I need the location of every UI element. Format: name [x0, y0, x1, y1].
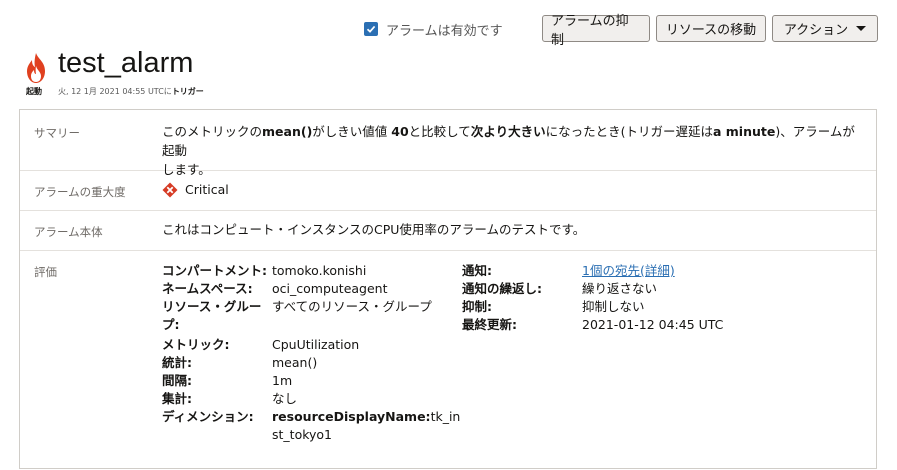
aggregation-key: 集計:	[162, 391, 192, 406]
notification-destinations-link[interactable]: 1個の宛先(詳細)	[582, 262, 675, 280]
dimension-name: resourceDisplayName:	[272, 409, 431, 424]
summary-bold: 40	[391, 124, 409, 139]
dimension-key: ディメンション:	[162, 409, 254, 424]
severity-value-wrap: Critical	[162, 180, 866, 199]
evaluation-left-column: コンパートメント: tomoko.konishi ネームスペース: oci_co…	[162, 262, 462, 452]
metric-key: メトリック:	[162, 337, 230, 352]
alarm-details-panel: サマリー このメトリックのmean()がしきい値値 40と比較して次より大きいに…	[19, 109, 877, 469]
suppression-value: 抑制しない	[582, 299, 645, 314]
alarm-enabled-checkbox[interactable]: アラームは有効です	[364, 20, 503, 39]
page-title: test_alarm	[58, 47, 194, 79]
critical-icon	[162, 182, 178, 197]
aggregation-value: なし	[272, 391, 298, 406]
suppression-key: 抑制:	[462, 299, 492, 314]
checkbox-checked-icon[interactable]	[364, 22, 378, 36]
resource-group-key-line1: リソース・グルー	[162, 299, 262, 314]
dimension-value-part1: tk_in	[430, 409, 461, 424]
severity-value: Critical	[185, 182, 229, 197]
interval-key: 間隔:	[162, 373, 192, 388]
move-resource-button[interactable]: リソースの移動	[656, 15, 766, 42]
summary-label: サマリー	[34, 126, 80, 140]
summary-part: がしきい値値	[312, 124, 392, 139]
summary-part: このメトリックの	[162, 124, 263, 139]
metric-value: CpuUtilization	[272, 337, 360, 352]
severity-label: アラームの重大度	[34, 185, 126, 199]
statistic-value: mean()	[272, 355, 318, 370]
evaluation-label: 評価	[34, 265, 57, 279]
trigger-word: トリガー	[171, 87, 204, 96]
repeat-notification-key: 通知の繰返し:	[462, 281, 542, 296]
fire-icon	[27, 53, 45, 83]
summary-bold: a minute	[712, 124, 776, 139]
last-updated-value: 2021-01-12 04:45 UTC	[582, 317, 724, 332]
resource-group-value: すべてのリソース・グループ	[272, 299, 432, 314]
notification-key: 通知:	[462, 263, 492, 278]
resource-group-key-line2: プ:	[162, 317, 180, 332]
alarm-enabled-label: アラームは有効です	[386, 23, 503, 39]
alarm-body-row: アラーム本体 これはコンピュート・インスタンスのCPU使用率のアラームのテストで…	[20, 210, 876, 251]
last-updated-key: 最終更新:	[462, 317, 517, 332]
suppress-alarm-button[interactable]: アラームの抑制	[542, 14, 650, 48]
alarm-state-label: 起動	[26, 87, 42, 96]
trigger-time-text: 火, 12 1月 2021 04:55 UTCに	[58, 87, 172, 96]
caret-down-icon	[856, 26, 867, 31]
summary-part: と比較して	[408, 124, 471, 139]
severity-row: アラームの重大度 Critical	[20, 170, 876, 211]
actions-label: アクション	[783, 23, 849, 38]
summary-row: サマリー このメトリックのmean()がしきい値値 40と比較して次より大きいに…	[20, 110, 876, 177]
actions-menu-button[interactable]: アクション	[772, 15, 878, 42]
alarm-body-label: アラーム本体	[34, 225, 103, 239]
compartment-value: tomoko.konishi	[272, 263, 367, 278]
summary-bold: mean()	[262, 124, 313, 139]
interval-value: 1m	[272, 373, 293, 388]
summary-part: になったとき(トリガー遅延は	[545, 124, 713, 139]
compartment-key: コンパートメント:	[162, 263, 267, 278]
summary-bold: 次より大きい	[470, 124, 546, 139]
alarm-body-value: これはコンピュート・インスタンスのCPU使用率のアラームのテストです。	[162, 222, 586, 237]
evaluation-row: 評価 コンパートメント: tomoko.konishi ネームスペース: oci…	[20, 250, 876, 470]
toolbar: アラームは有効です アラームの抑制 リソースの移動 アクション	[364, 14, 878, 48]
namespace-key: ネームスペース:	[162, 281, 253, 296]
trigger-timestamp: 火, 12 1月 2021 04:55 UTCにトリガー	[58, 86, 204, 97]
repeat-notification-value: 繰り返さない	[582, 281, 658, 296]
dimension-value-line2: st_tokyo1	[272, 427, 333, 442]
evaluation-right-column: 通知: 1個の宛先(詳細) 通知の繰返し: 繰り返さない 抑制: 抑制しない 最…	[462, 262, 862, 342]
dimension-value-line1: resourceDisplayName:tk_in	[272, 408, 460, 426]
namespace-value: oci_computeagent	[272, 281, 388, 296]
statistic-key: 統計:	[162, 355, 192, 370]
